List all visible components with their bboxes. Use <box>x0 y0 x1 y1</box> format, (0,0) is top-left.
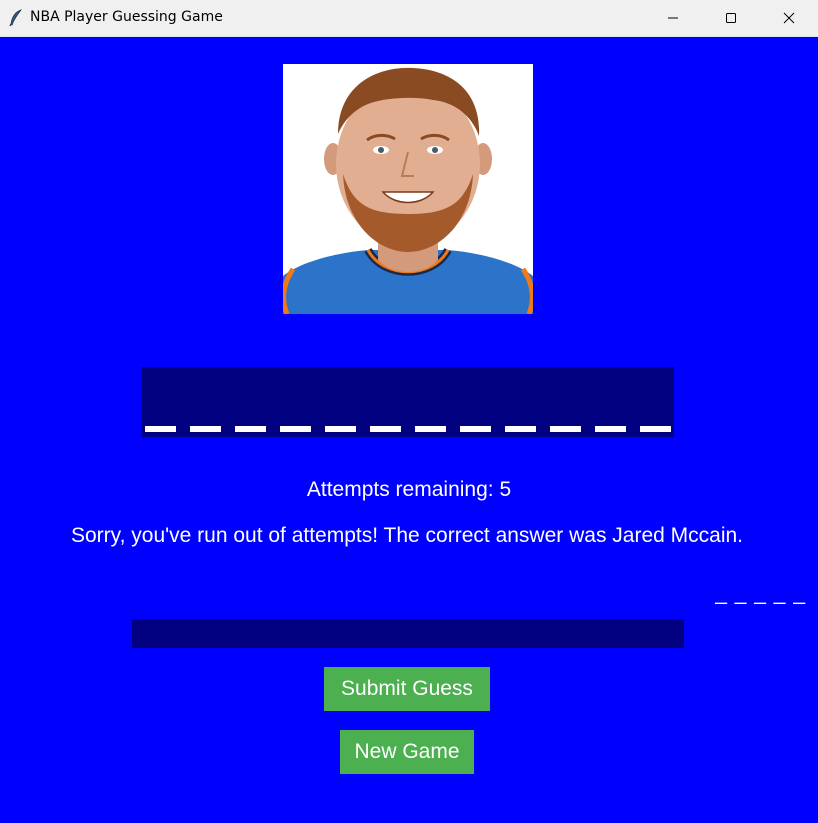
player-portrait <box>283 64 533 314</box>
answer-blank <box>415 426 446 432</box>
minimize-icon <box>668 17 678 19</box>
hint-dashes: _ _ _ _ _ <box>715 582 806 605</box>
maximize-button[interactable] <box>702 0 760 36</box>
maximize-icon <box>726 13 736 23</box>
new-game-button[interactable]: New Game <box>340 730 474 774</box>
answer-blank <box>145 426 176 432</box>
window-title: NBA Player Guessing Game <box>30 9 223 25</box>
game-area: Attempts remaining: 5 Sorry, you've run … <box>0 37 818 823</box>
feather-icon <box>8 9 24 27</box>
answer-blank <box>460 426 491 432</box>
answer-blank <box>280 426 311 432</box>
answer-blank <box>235 426 266 432</box>
answer-blank <box>640 426 671 432</box>
answer-blank <box>550 426 581 432</box>
answer-blank <box>190 426 221 432</box>
close-button[interactable] <box>760 0 818 36</box>
attempts-label: Attempts remaining: 5 <box>306 478 512 501</box>
answer-blank <box>505 426 536 432</box>
minimize-button[interactable] <box>644 0 702 36</box>
answer-blank <box>325 426 356 432</box>
answer-blank <box>595 426 626 432</box>
result-message: Sorry, you've run out of attempts! The c… <box>70 524 743 547</box>
guess-input[interactable] <box>132 619 684 648</box>
submit-guess-button[interactable]: Submit Guess <box>324 667 490 711</box>
answer-blank <box>370 426 401 432</box>
answer-blanks <box>142 367 674 437</box>
app-window: NBA Player Guessing Game Attempts remain… <box>0 0 818 823</box>
close-icon <box>783 12 795 24</box>
title-bar: NBA Player Guessing Game <box>0 0 818 37</box>
